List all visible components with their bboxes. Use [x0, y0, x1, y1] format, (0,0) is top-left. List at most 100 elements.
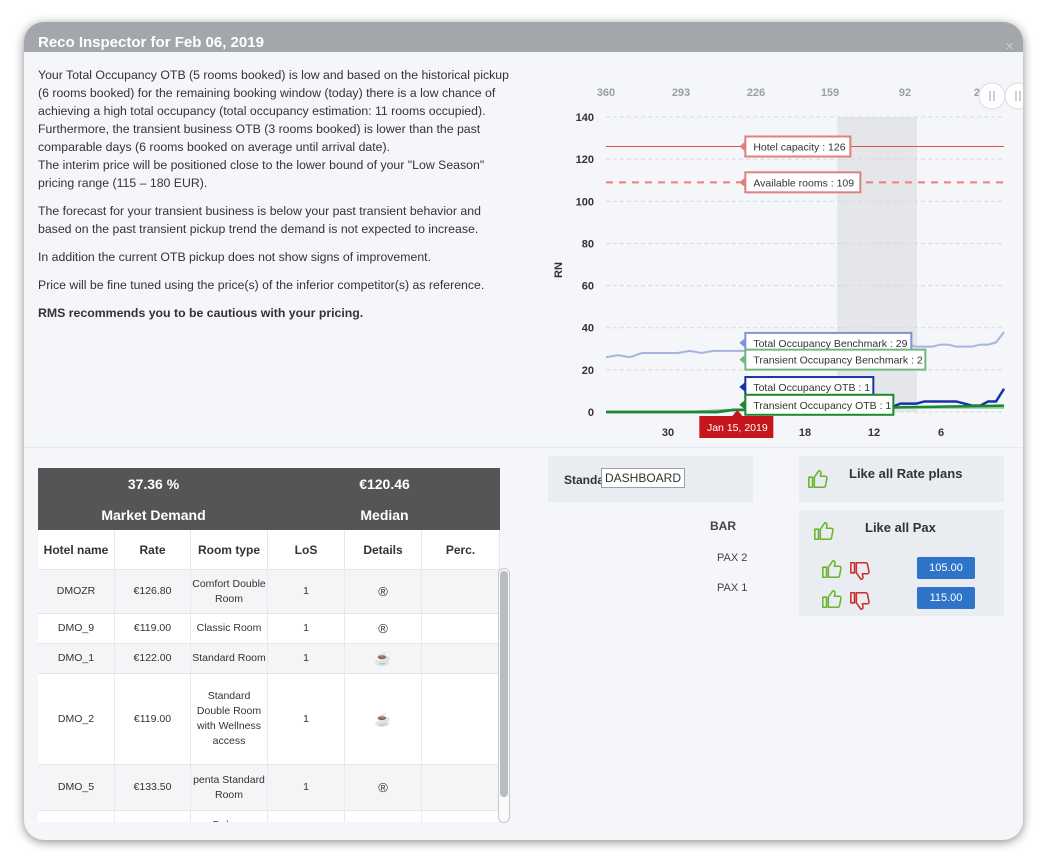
market-summary-header: 37.36 % Market Demand €120.46 Median: [38, 468, 500, 530]
cell-room-type: Standard Room: [191, 644, 268, 673]
table-row[interactable]: DMO_1 €122.00 Standard Room 1 ☕: [38, 644, 500, 674]
thumbs-down-icon[interactable]: [849, 590, 871, 612]
cell-rate: €126.80: [115, 570, 191, 613]
bar-label: BAR: [710, 519, 736, 533]
column-header-details[interactable]: Details: [345, 530, 422, 569]
table-row[interactable]: DMO_9 €119.00 Classic Room 1 ®: [38, 614, 500, 644]
x-tick-label: 18: [799, 427, 811, 439]
like-all-pax-label[interactable]: Like all Pax: [865, 520, 936, 535]
cell-room-type: Standard Double Room with Wellness acces…: [191, 674, 268, 764]
table-row[interactable]: DMO_5 €133.50 penta Standard Room 1 ®: [38, 765, 500, 811]
annotation-label-tot_bench: Total Occupancy Benchmark : 29: [753, 338, 907, 350]
reco-paragraph: In addition the current OTB pickup does …: [38, 250, 432, 264]
y-tick-label: 60: [582, 281, 594, 293]
standard-rate-panel: Standa DASHBOARD: [548, 456, 753, 502]
cell-room-type: Classic Room: [191, 614, 268, 643]
y-axis-label: RN: [553, 262, 565, 278]
annotation-pointer: [739, 141, 746, 152]
y-tick-label: 140: [576, 112, 594, 124]
reco-paragraph: Price will be fine tuned using the price…: [38, 278, 485, 292]
rate-pax2-button[interactable]: 105.00: [917, 557, 975, 579]
rate-pax1-button[interactable]: 115.00: [917, 587, 975, 609]
top-axis-label: 293: [672, 87, 690, 99]
current-date-label: Jan 15, 2019: [707, 422, 768, 434]
cell-perc: [422, 614, 500, 643]
thumbs-up-icon[interactable]: [821, 558, 843, 580]
scrollbar-thumb[interactable]: [500, 571, 508, 797]
cell-rate: €122.00: [115, 644, 191, 673]
annotation-pointer: [739, 337, 746, 348]
x-tick-label: 6: [938, 427, 944, 439]
cell-rate: [115, 811, 191, 822]
cell-details[interactable]: ®: [345, 614, 422, 643]
column-header-room-type[interactable]: Room type: [191, 530, 268, 569]
thumbs-up-icon[interactable]: [807, 468, 829, 490]
cell-room-type: Comfort Double Room: [191, 570, 268, 613]
cell-hotel: DMO_2: [38, 674, 115, 764]
cell-details[interactable]: ®: [345, 570, 422, 613]
thumbs-down-icon[interactable]: [849, 560, 871, 582]
pax2-label: PAX 2: [717, 552, 748, 564]
cell-details[interactable]: ☕: [345, 644, 422, 673]
cell-details[interactable]: ®: [345, 765, 422, 810]
thumbs-up-icon[interactable]: [821, 588, 843, 610]
cell-hotel: DMOZR: [38, 570, 115, 613]
range-handle: [978, 82, 1006, 110]
annotation-pointer: [739, 177, 746, 188]
annotation-pointer: [739, 354, 746, 365]
top-axis-label: 360: [597, 87, 615, 99]
cell-los: 1: [268, 614, 345, 643]
standard-label: Standa: [564, 473, 602, 487]
cell-perc: [422, 674, 500, 764]
cell-perc: [422, 811, 500, 822]
like-all-rate-plans-panel: Like all Rate plans: [799, 456, 1004, 502]
cell-hotel: DMO_5: [38, 765, 115, 810]
x-tick-label: 30: [662, 427, 674, 439]
market-table-body: DMOZR €126.80 Comfort Double Room 1 ® DMO_9 €1…: [38, 570, 500, 822]
cell-details[interactable]: [345, 811, 422, 822]
cell-rate: €119.00: [115, 674, 191, 764]
annotation-pointer: [739, 382, 746, 393]
occupancy-chart-svg: 020406080100120140RN36029322615992253024…: [553, 82, 1023, 439]
median-label: Median: [360, 507, 409, 523]
top-axis-label: 92: [899, 87, 911, 99]
cell-hotel: DMO_1: [38, 644, 115, 673]
table-row[interactable]: DMO_2 €119.00 Standard Double Room with We…: [38, 674, 500, 765]
reco-inspector-modal: Reco Inspector for Feb 06, 2019 × Your T…: [24, 22, 1023, 840]
cell-los: 1: [268, 765, 345, 810]
cell-hotel: DMO_9: [38, 614, 115, 643]
cell-los: 1: [268, 570, 345, 613]
median-value: €120.46: [359, 476, 410, 492]
dashboard-button[interactable]: DASHBOARD: [601, 468, 686, 488]
table-row[interactable]: Deluxe: [38, 811, 500, 822]
close-icon[interactable]: ×: [1005, 38, 1014, 55]
cell-perc: [422, 570, 500, 613]
cell-rate: €119.00: [115, 614, 191, 643]
column-header-rate[interactable]: Rate: [115, 530, 191, 569]
cell-room-type: Deluxe: [191, 811, 268, 822]
recommendation-text: Your Total Occupancy OTB (5 rooms booked…: [38, 66, 514, 332]
cell-perc: [422, 765, 500, 810]
annotation-label-trans_bench: Transient Occupancy Benchmark : 2: [753, 355, 923, 367]
market-demand-value: 37.36 %: [127, 476, 180, 492]
annotation-label-trans_otb: Transient Occupancy OTB : 1: [753, 400, 891, 412]
column-header-hotel[interactable]: Hotel name: [38, 530, 115, 569]
annotation-pointer: [739, 399, 746, 410]
reco-summary: RMS recommends you to be cautious with y…: [38, 306, 364, 320]
section-divider: [24, 447, 1023, 448]
pax1-label: PAX 1: [717, 582, 748, 594]
modal-title: Reco Inspector for Feb 06, 2019: [38, 34, 264, 51]
column-header-perc[interactable]: Perc.: [422, 530, 500, 569]
y-tick-label: 80: [582, 238, 594, 250]
cell-details[interactable]: ☕: [345, 674, 422, 764]
table-row[interactable]: DMOZR €126.80 Comfort Double Room 1 ®: [38, 570, 500, 614]
like-all-rate-plans-label[interactable]: Like all Rate plans: [849, 466, 962, 481]
thumbs-up-icon[interactable]: [813, 520, 835, 542]
cell-los: 1: [268, 644, 345, 673]
cell-perc: [422, 644, 500, 673]
like-all-pax-panel: Like all Pax 105.00 115.00: [799, 510, 1004, 616]
table-scrollbar[interactable]: [498, 568, 510, 823]
cell-los: 1: [268, 674, 345, 764]
column-header-los[interactable]: LoS: [268, 530, 345, 569]
modal-header: Reco Inspector for Feb 06, 2019 ×: [24, 22, 1023, 55]
